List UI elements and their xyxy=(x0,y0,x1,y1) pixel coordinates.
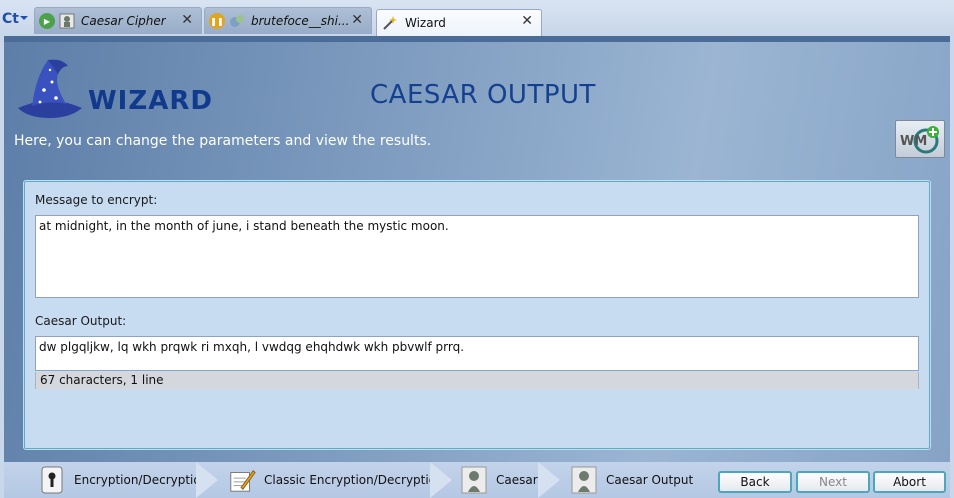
chevron-right-icon xyxy=(538,462,560,498)
breadcrumb-item-classic-encryption[interactable]: Classic Encryption/Decryption xyxy=(228,462,444,498)
back-button[interactable]: Back xyxy=(718,471,792,493)
breadcrumb-item-caesar-output[interactable]: Caesar Output xyxy=(570,462,693,498)
input-label: Message to encrypt: xyxy=(35,193,158,207)
breadcrumb-label: Encryption/Decryption xyxy=(74,473,209,487)
app-menu-button[interactable]: Ct xyxy=(0,8,30,28)
wm-logo-icon: WM xyxy=(900,126,939,154)
output-status: 67 characters, 1 line xyxy=(35,372,919,389)
wizard-brand: WIZARD xyxy=(88,86,213,116)
wizard-hat-icon xyxy=(18,59,82,118)
pencil-paper-icon xyxy=(228,466,256,494)
page-title: CAESAR OUTPUT xyxy=(370,80,596,110)
caesar-bust-icon xyxy=(59,13,75,29)
close-icon[interactable]: ✕ xyxy=(351,12,363,28)
tab-caesar-cipher[interactable]: ▶ Caesar Cipher ✕ xyxy=(34,7,202,34)
breadcrumb-item-encryption-decryption[interactable]: Encryption/Decryption xyxy=(38,462,208,498)
abort-button[interactable]: Abort xyxy=(873,471,946,493)
magic-wand-icon xyxy=(383,16,397,30)
tab-brutefoce[interactable]: ❚❚ brutefoce__shi... ✕ xyxy=(204,7,372,34)
breadcrumb-item-caesar[interactable]: Caesar xyxy=(460,462,538,498)
svg-text:WM: WM xyxy=(900,134,927,149)
next-button[interactable]: Next xyxy=(796,471,870,493)
chevron-right-icon xyxy=(430,462,452,498)
pause-icon: ❚❚ xyxy=(209,13,225,29)
workspace-icon xyxy=(230,15,244,27)
caesar-bust-icon xyxy=(460,466,488,494)
caesar-bust-icon xyxy=(570,466,598,494)
tab-label: brutefoce__shi... xyxy=(251,14,350,28)
caesar-output-field[interactable]: dw plgqljkw, lq wkh prqwk ri mxqh, l vwd… xyxy=(35,336,919,371)
output-label: Caesar Output: xyxy=(35,314,127,328)
close-icon[interactable]: ✕ xyxy=(521,13,533,29)
breadcrumb-label: Classic Encryption/Decryption xyxy=(264,473,444,487)
breadcrumb-label: Caesar xyxy=(496,473,538,487)
close-icon[interactable]: ✕ xyxy=(181,12,193,28)
tab-wizard[interactable]: Wizard ✕ xyxy=(376,9,542,36)
breadcrumb-label: Caesar Output xyxy=(606,473,694,487)
svg-text:Ct: Ct xyxy=(2,11,19,26)
tab-label: Wizard xyxy=(405,16,446,30)
parameters-box: Message to encrypt: at midnight, in the … xyxy=(24,181,930,449)
cryptool-logo-icon: Ct xyxy=(2,11,28,26)
keyhole-icon xyxy=(38,466,66,494)
wizard-panel: WIZARD CAESAR OUTPUT Here, you can chang… xyxy=(4,36,950,462)
page-description: Here, you can change the parameters and … xyxy=(14,133,432,149)
breadcrumb: Encryption/Decryption Classic Encryption… xyxy=(4,462,950,498)
wm-badge-button[interactable]: WM xyxy=(895,120,945,158)
play-icon: ▶ xyxy=(39,13,55,29)
tab-strip: Ct ▶ Caesar Cipher ✕ ❚❚ brutefoce__shi..… xyxy=(0,0,954,36)
chevron-right-icon xyxy=(196,462,218,498)
tab-label: Caesar Cipher xyxy=(81,14,166,28)
message-input[interactable]: at midnight, in the month of june, i sta… xyxy=(35,215,919,298)
